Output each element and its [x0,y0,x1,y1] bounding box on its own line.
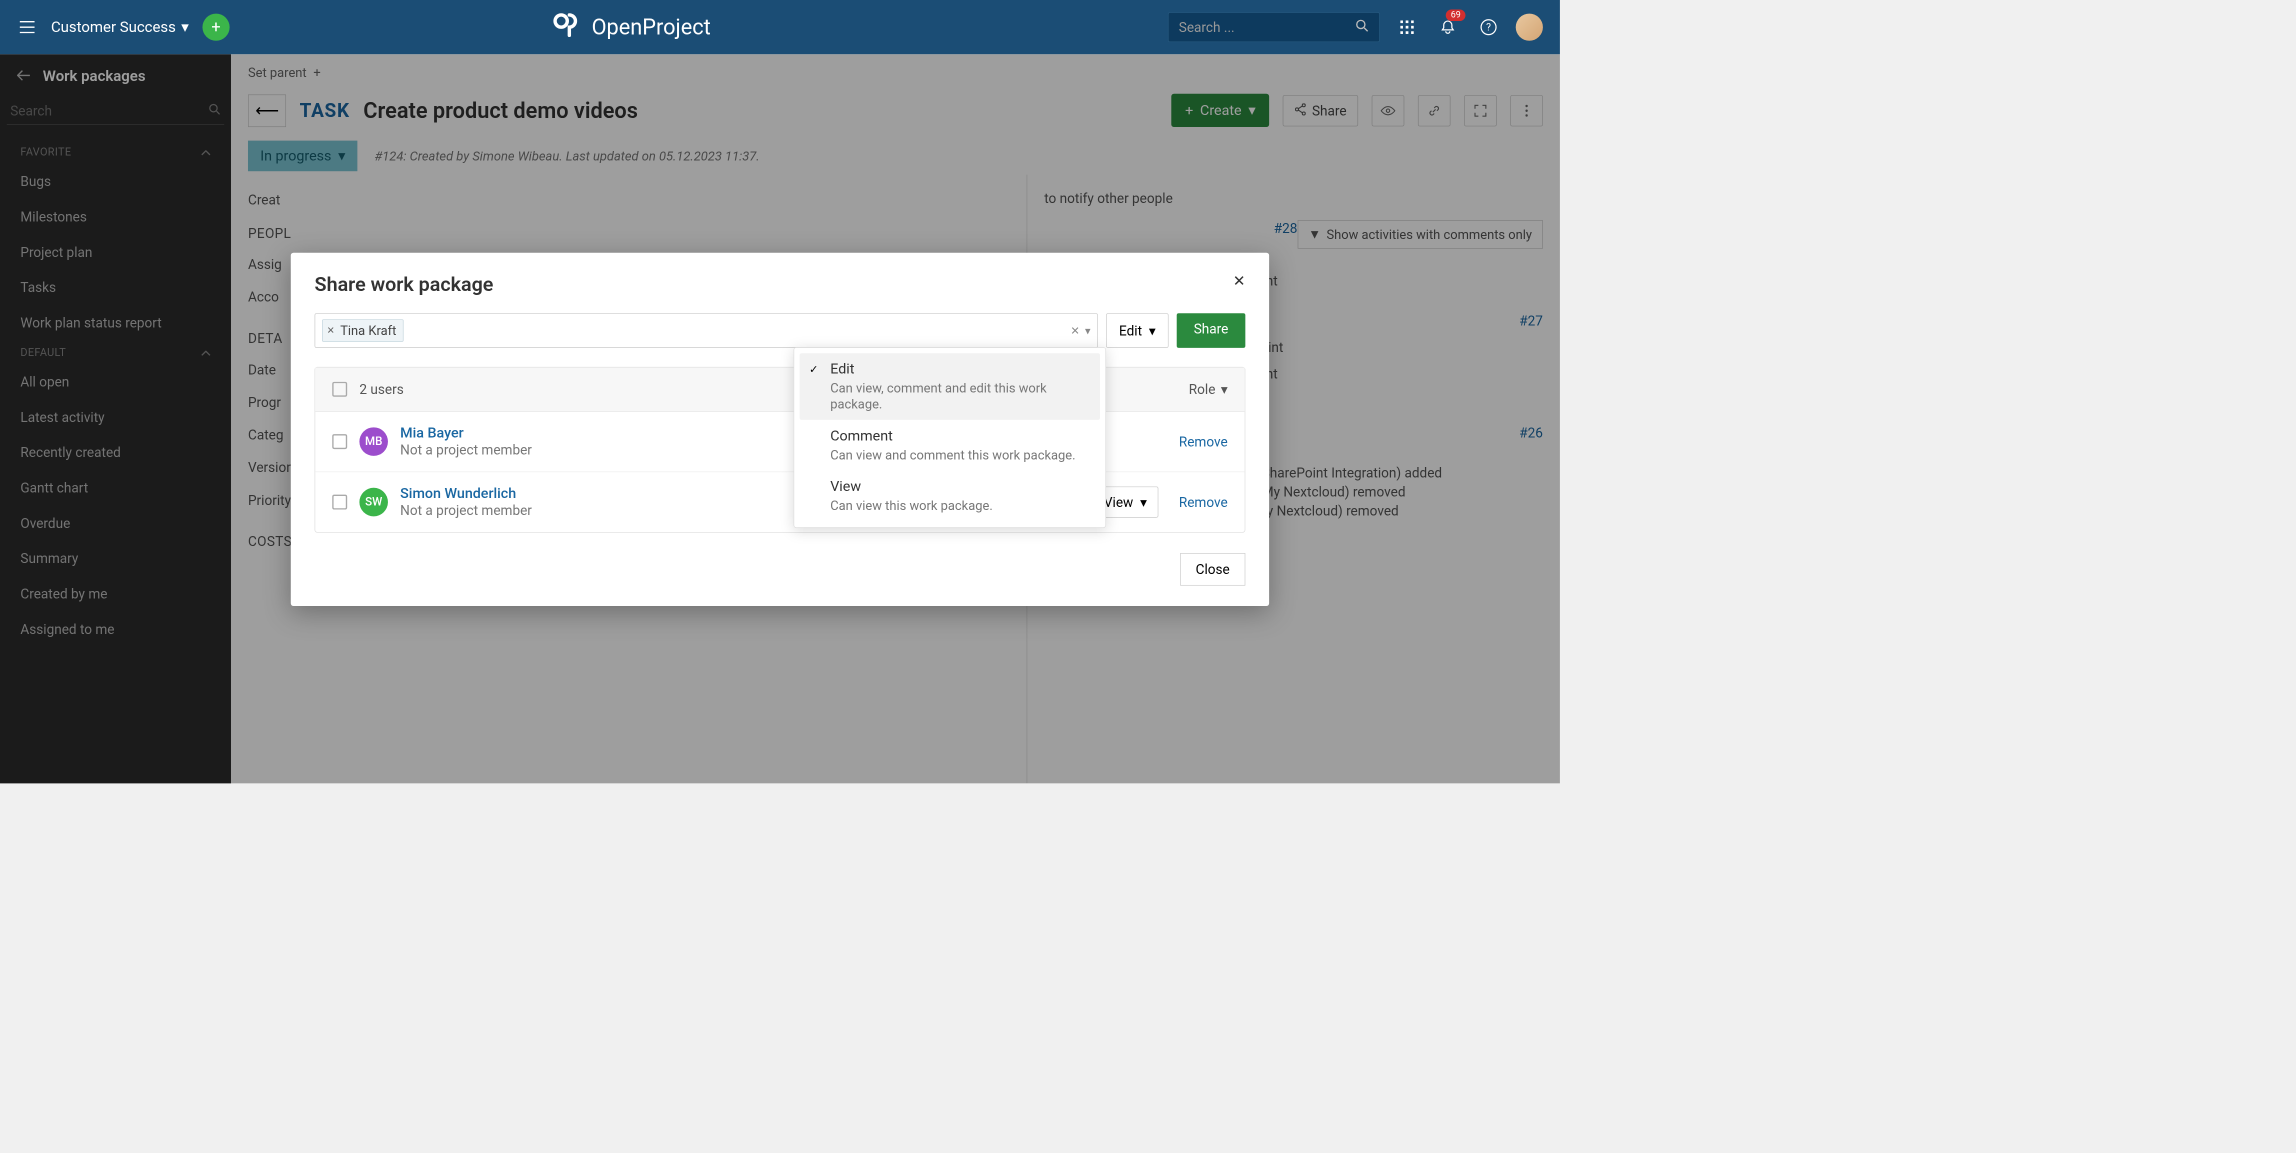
check-icon: ✓ [809,363,818,376]
user-avatar: MB [359,427,388,456]
user-checkbox[interactable] [332,434,347,449]
select-all-checkbox[interactable] [332,382,347,397]
permission-menu: ✓EditCan view, comment and edit this wor… [794,347,1107,528]
role-filter[interactable]: Role ▾ [1189,381,1228,397]
permission-option[interactable]: ViewCan view this work package. [800,471,1100,522]
hamburger-icon[interactable] [17,17,37,37]
share-submit-button[interactable]: Share [1177,313,1246,348]
modal-close-icon[interactable]: ✕ [1233,273,1246,290]
clear-icon[interactable]: ✕ [1071,324,1080,337]
user-token: ✕ Tina Kraft [322,319,404,341]
logo[interactable]: OpenProject [551,7,711,46]
project-name: Customer Success [51,19,176,36]
notification-badge: 69 [1446,10,1465,22]
share-modal: Share work package ✕ ✕ Tina Kraft ✕ ▾ Ed… [291,253,1269,606]
remove-link[interactable]: Remove [1179,494,1228,510]
global-search[interactable]: Search ... [1168,12,1380,42]
logo-text: OpenProject [592,14,711,40]
search-placeholder: Search ... [1179,19,1356,35]
token-remove-icon[interactable]: ✕ [327,325,335,336]
openproject-logo-icon [551,7,585,46]
user-avatar[interactable] [1516,14,1543,41]
svg-text:?: ? [1486,23,1491,34]
permission-option[interactable]: ✓EditCan view, comment and edit this wor… [800,353,1100,420]
user-checkbox[interactable] [332,495,347,510]
users-count: 2 users [359,381,403,397]
caret-down-icon: ▾ [1140,494,1147,510]
topbar: Customer Success ▾ + OpenProject Search … [0,0,1560,54]
caret-down-icon: ▾ [181,19,189,36]
notifications-icon[interactable]: 69 [1434,14,1461,41]
user-name[interactable]: Simon Wunderlich [400,486,532,502]
remove-link[interactable]: Remove [1179,433,1228,449]
apps-icon[interactable] [1393,14,1420,41]
user-subtitle: Not a project member [400,442,532,458]
project-selector[interactable]: Customer Success ▾ [51,19,189,36]
modal-title: Share work package [315,273,1246,296]
caret-down-icon: ▾ [1149,322,1156,338]
add-button[interactable]: + [202,14,229,41]
caret-down-icon[interactable]: ▾ [1085,324,1090,337]
close-button[interactable]: Close [1180,553,1245,586]
user-subtitle: Not a project member [400,502,532,518]
search-icon [1355,19,1369,36]
modal-overlay: Share work package ✕ ✕ Tina Kraft ✕ ▾ Ed… [0,54,1560,783]
user-avatar: SW [359,488,388,517]
user-name[interactable]: Mia Bayer [400,425,532,441]
permission-dropdown[interactable]: Edit ▾ [1106,313,1168,348]
help-icon[interactable]: ? [1475,14,1502,41]
plus-icon: + [211,18,220,37]
permission-option[interactable]: CommentCan view and comment this work pa… [800,420,1100,471]
share-user-input[interactable]: ✕ Tina Kraft ✕ ▾ [315,313,1098,348]
caret-down-icon: ▾ [1221,381,1228,397]
